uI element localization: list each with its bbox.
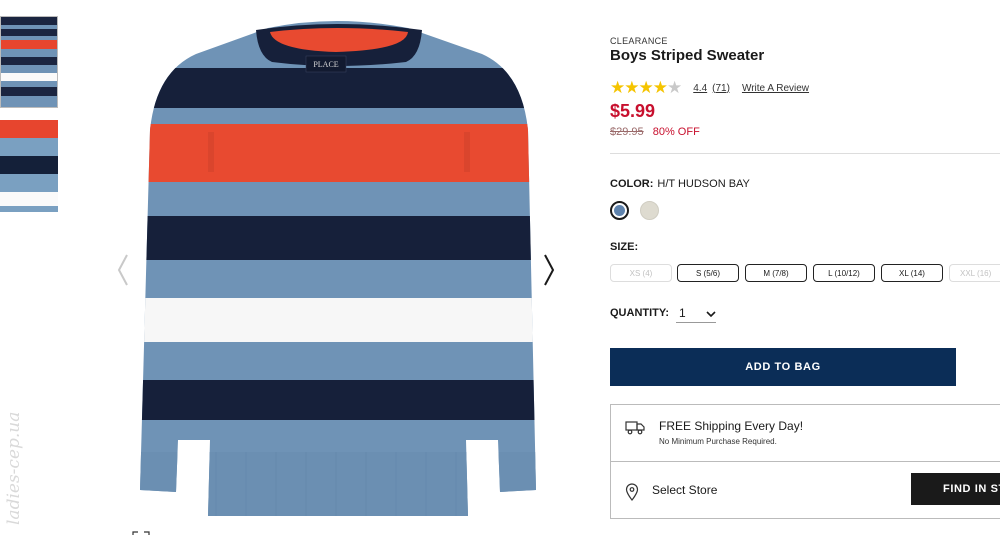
size-s-button[interactable]: S (5/6) <box>677 264 739 282</box>
size-xs-button[interactable]: XS (4) <box>610 264 672 282</box>
color-label: COLOR: H/T HUDSON BAY <box>610 178 750 190</box>
watermark: ladies-cep.ua <box>4 411 24 525</box>
zoom-icon[interactable] <box>132 528 150 535</box>
color-selected-name: H/T HUDSON BAY <box>657 178 750 190</box>
product-title: Boys Striped Sweater <box>610 47 765 64</box>
product-info-panel: CLEARANCE Boys Striped Sweater ★ ★ ★ ★ ★… <box>610 0 1000 535</box>
brand-tag: PLACE <box>313 60 338 69</box>
quantity-label: QUANTITY: <box>610 307 670 319</box>
divider <box>611 461 1000 462</box>
size-label: SIZE: <box>610 241 639 253</box>
star-icon: ★ <box>624 78 640 97</box>
shipping-subtitle: No Minimum Purchase Required. <box>659 437 777 446</box>
rating-value[interactable]: 4.4 <box>693 83 707 94</box>
shipping-store-box: FREE Shipping Every Day! No Minimum Purc… <box>610 404 1000 519</box>
quantity-select[interactable]: 1 <box>676 303 716 323</box>
carousel-prev-icon[interactable] <box>114 252 134 288</box>
discount-label: 80% OFF <box>652 126 700 138</box>
product-image: PLACE <box>136 20 542 520</box>
thumbnail-2[interactable] <box>0 120 58 212</box>
size-m-button[interactable]: M (7/8) <box>745 264 807 282</box>
chevron-down-icon <box>706 304 716 322</box>
find-in-store-button[interactable]: FIND IN STORE <box>911 473 1000 505</box>
sale-price: $5.99 <box>610 101 656 121</box>
write-review-link[interactable]: Write A Review <box>742 83 809 94</box>
rating-count[interactable]: (71) <box>712 83 730 94</box>
original-price-row: $29.95 80% OFF <box>610 126 700 138</box>
color-swatch-hudson-bay[interactable] <box>610 201 629 220</box>
size-xxl-button[interactable]: XXL (16) <box>949 264 1000 282</box>
add-to-bag-button[interactable]: ADD TO BAG <box>610 348 956 386</box>
size-l-button[interactable]: L (10/12) <box>813 264 875 282</box>
star-icon: ★ <box>652 78 668 97</box>
rating-row: ★ ★ ★ ★ ★ 4.4 (71) Write A Review <box>610 78 809 97</box>
size-xl-button[interactable]: XL (14) <box>881 264 943 282</box>
color-label-title: COLOR: <box>610 178 654 190</box>
star-icon: ★ <box>610 78 626 97</box>
original-price: $29.95 <box>610 126 644 138</box>
select-store-link[interactable]: Select Store <box>652 483 717 497</box>
divider <box>610 153 1000 154</box>
thumbnail-1[interactable] <box>0 16 58 108</box>
location-pin-icon <box>625 483 639 501</box>
shipping-title: FREE Shipping Every Day! <box>659 419 804 433</box>
color-swatch-beige[interactable] <box>640 201 659 220</box>
truck-icon <box>625 419 645 435</box>
star-empty-icon: ★ <box>667 78 683 97</box>
star-icon: ★ <box>638 78 654 97</box>
quantity-value: 1 <box>679 305 686 320</box>
clearance-label: CLEARANCE <box>610 36 668 46</box>
carousel-next-icon[interactable] <box>540 252 560 288</box>
rating-stars: ★ ★ ★ ★ ★ <box>610 78 683 97</box>
